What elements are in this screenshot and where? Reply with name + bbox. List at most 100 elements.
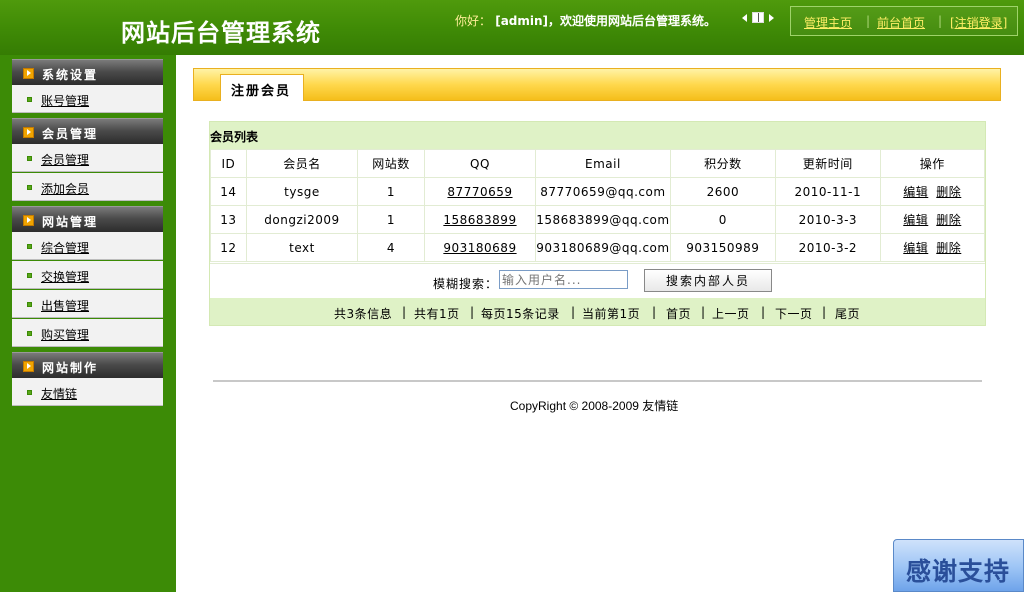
arrow-right-icon [23, 361, 34, 372]
sidebar-item-label[interactable]: 账号管理 [41, 92, 89, 109]
cell-points: 903150989 [669, 233, 777, 262]
separator: | [652, 305, 657, 319]
tab-bar [193, 68, 1001, 101]
header-bar: 网站后台管理系统 你好： [admin]，欢迎使用网站后台管理系统。 管理主页 … [0, 0, 1024, 55]
tab-label: 注册会员 [231, 84, 292, 99]
tab-register-members[interactable]: 注册会员 [220, 74, 304, 101]
sidebar-item-friend-links[interactable]: 友情链 [12, 378, 163, 406]
column-header: 会员名 [245, 149, 359, 178]
pager-prev[interactable]: 上一页 [712, 305, 750, 322]
delete-link[interactable]: 删除 [936, 185, 961, 199]
thanks-badge[interactable]: 感谢支持 [893, 539, 1024, 592]
cell-email: 903180689@qq.com [535, 233, 671, 262]
sidebar-item-general[interactable]: 综合管理 [12, 232, 163, 260]
cell-sites: 1 [357, 205, 425, 234]
section-title: 会员管理 [42, 127, 99, 141]
book-icon [752, 12, 764, 23]
cell-id: 12 [210, 233, 247, 262]
sidebar-item-buy[interactable]: 购买管理 [12, 319, 163, 347]
sidebar-item-label[interactable]: 购买管理 [41, 326, 89, 343]
sidebar-item-label[interactable]: 友情链 [41, 385, 77, 402]
sidebar-item-sell[interactable]: 出售管理 [12, 290, 163, 318]
separator: | [761, 305, 766, 319]
admin-home-link[interactable]: 管理主页 [804, 14, 852, 31]
sidebar: 系统设置 账号管理 会员管理 会员管理 添加会员 网站管理 综合管理 交换管理 … [0, 55, 176, 592]
sidebar-section-members[interactable]: 会员管理 [12, 118, 163, 145]
front-home-link[interactable]: 前台首页 [877, 14, 925, 31]
table-row: 13 dongzi2009 1 158683899 158683899@qq.c… [210, 205, 986, 234]
bullet-icon [27, 156, 32, 161]
arrow-left-icon[interactable] [742, 14, 747, 22]
edit-link[interactable]: 编辑 [903, 241, 928, 255]
edit-link[interactable]: 编辑 [903, 185, 928, 199]
column-header: QQ [423, 149, 537, 178]
sidebar-item-label[interactable]: 综合管理 [41, 239, 89, 256]
table-row: 14 tysge 1 87770659 87770659@qq.com 2600… [210, 177, 986, 206]
cell-actions: 编辑 删除 [879, 177, 986, 206]
bullet-icon [27, 97, 32, 102]
search-row: 模糊搜索： 搜索内部人员 [210, 263, 985, 298]
arrow-right-icon [23, 68, 34, 79]
bullet-icon [27, 185, 32, 190]
cell-updated: 2010-3-2 [775, 233, 881, 262]
bullet-icon [27, 273, 32, 278]
separator: | [822, 305, 827, 319]
pager-next[interactable]: 下一页 [775, 305, 813, 322]
search-button[interactable]: 搜索内部人员 [644, 269, 772, 292]
qq-link[interactable]: 903180689 [443, 241, 516, 255]
thanks-label: 感谢支持 [906, 557, 1011, 586]
member-list-panel: 会员列表 ID 会员名 网站数 QQ Email 积分数 更新时间 操作 14 … [209, 121, 986, 326]
cell-actions: 编辑 删除 [879, 233, 986, 262]
member-table: ID 会员名 网站数 QQ Email 积分数 更新时间 操作 14 tysge… [210, 149, 986, 262]
list-title: 会员列表 [210, 130, 259, 144]
sidebar-item-member-manage[interactable]: 会员管理 [12, 144, 163, 172]
sidebar-item-label[interactable]: 交换管理 [41, 268, 89, 285]
cell-points: 2600 [669, 177, 777, 206]
sidebar-section-site[interactable]: 网站管理 [12, 206, 163, 233]
separator: | [571, 305, 576, 319]
menu-toggle-icon[interactable] [742, 11, 774, 25]
cell-sites: 1 [357, 177, 425, 206]
bullet-icon [27, 244, 32, 249]
table-row: 12 text 4 903180689 903180689@qq.com 903… [210, 233, 986, 262]
bullet-icon [27, 331, 32, 336]
cell-updated: 2010-11-1 [775, 177, 881, 206]
sidebar-section-system[interactable]: 系统设置 [12, 59, 163, 86]
cell-points: 0 [669, 205, 777, 234]
separator: | [938, 14, 943, 28]
site-title: 网站后台管理系统 [121, 19, 321, 47]
qq-link[interactable]: 87770659 [447, 185, 512, 199]
cell-email: 87770659@qq.com [535, 177, 671, 206]
cell-name: dongzi2009 [245, 205, 359, 234]
pager-total: 共3条信息 [334, 307, 393, 321]
welcome-message: 你好： [admin]，欢迎使用网站后台管理系统。 [455, 12, 716, 29]
separator: | [402, 305, 407, 319]
edit-link[interactable]: 编辑 [903, 213, 928, 227]
sidebar-section-build[interactable]: 网站制作 [12, 352, 163, 379]
sidebar-item-add-member[interactable]: 添加会员 [12, 173, 163, 201]
column-header: Email [535, 149, 671, 178]
top-links: 管理主页 | 前台首页 | [注销登录] [790, 6, 1018, 36]
search-input[interactable] [499, 270, 628, 289]
pagination: 共3条信息 | 共有1页 | 每页15条记录 | 当前第1页 | 首页 | 上一… [210, 298, 985, 325]
cell-actions: 编辑 删除 [879, 205, 986, 234]
separator: | [701, 305, 706, 319]
pager-first[interactable]: 首页 [666, 305, 691, 322]
column-header: 积分数 [669, 149, 777, 178]
sidebar-item-label[interactable]: 添加会员 [41, 180, 89, 197]
qq-link[interactable]: 158683899 [443, 213, 516, 227]
sidebar-item-label[interactable]: 会员管理 [41, 151, 89, 168]
logout-link[interactable]: [注销登录] [950, 14, 1007, 31]
sidebar-item-label[interactable]: 出售管理 [41, 297, 89, 314]
cell-sites: 4 [357, 233, 425, 262]
pager-per-page: 每页15条记录 [481, 307, 560, 321]
arrow-right-icon[interactable] [769, 14, 774, 22]
sidebar-item-exchange[interactable]: 交换管理 [12, 261, 163, 289]
sidebar-item-accounts[interactable]: 账号管理 [12, 85, 163, 113]
copyright: CopyRight © 2008-2009 友情链 [510, 399, 679, 413]
delete-link[interactable]: 删除 [936, 241, 961, 255]
cell-name: tysge [245, 177, 359, 206]
delete-link[interactable]: 删除 [936, 213, 961, 227]
pager-last[interactable]: 尾页 [835, 305, 860, 322]
cell-updated: 2010-3-3 [775, 205, 881, 234]
